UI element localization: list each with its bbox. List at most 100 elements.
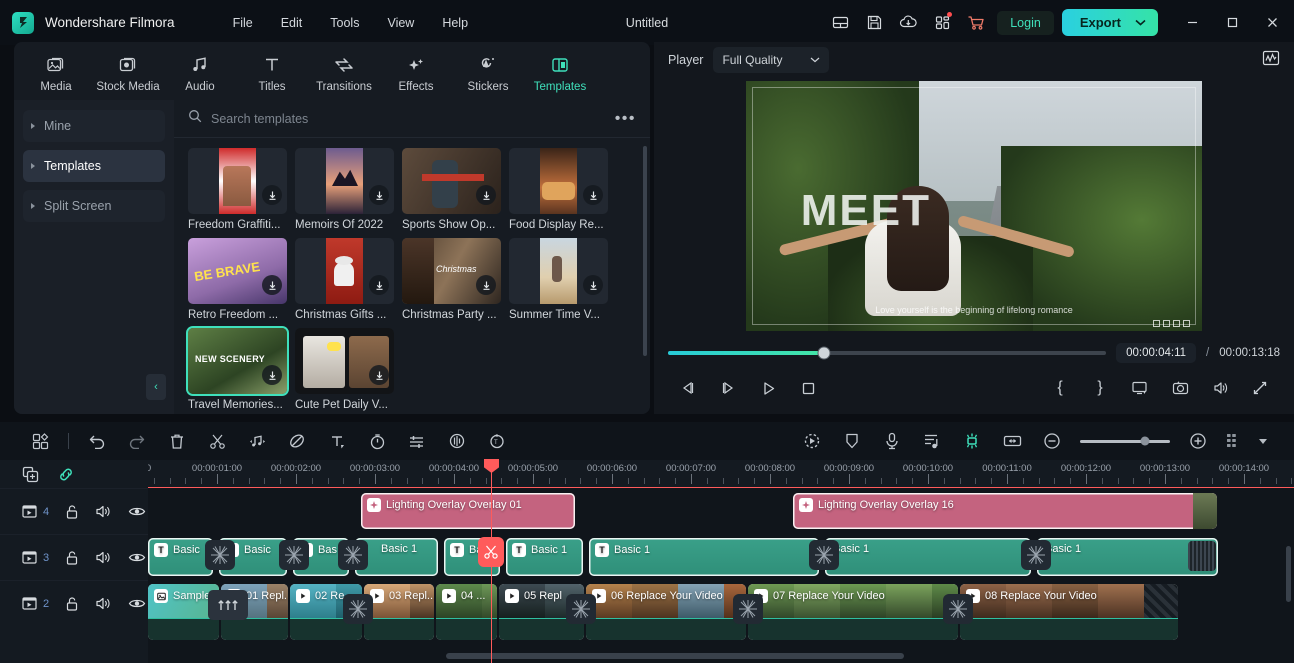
adjust-icon[interactable] — [397, 426, 437, 456]
mute-icon[interactable] — [95, 596, 112, 611]
download-icon[interactable] — [262, 185, 282, 205]
timeline-clip[interactable]: Basic 1 — [825, 538, 1031, 576]
eye-icon[interactable] — [128, 551, 146, 564]
menu-help[interactable]: Help — [428, 11, 482, 35]
drag-indicator[interactable] — [208, 590, 248, 620]
template-card[interactable]: Christmas Gifts ... — [295, 238, 394, 321]
tab-templates[interactable]: Templates — [524, 50, 596, 93]
close-button[interactable] — [1252, 1, 1292, 45]
transition-icon[interactable] — [205, 540, 235, 570]
timeline-clip[interactable]: Basic 1 — [1037, 538, 1218, 576]
transition-icon[interactable] — [338, 540, 368, 570]
render-icon[interactable] — [1218, 426, 1252, 456]
prev-frame-icon[interactable] — [668, 373, 708, 403]
apps-grid-icon[interactable] — [925, 8, 959, 38]
volume-icon[interactable] — [1200, 373, 1240, 403]
mark-out-icon[interactable]: } — [1080, 373, 1120, 403]
maximize-button[interactable] — [1212, 1, 1252, 45]
zoom-slider-handle[interactable] — [1140, 436, 1150, 446]
timeline-clip[interactable]: 08 Replace Your Video — [960, 584, 1178, 640]
snapshot-icon[interactable] — [1160, 373, 1200, 403]
play-icon[interactable] — [748, 373, 788, 403]
menu-edit[interactable]: Edit — [267, 11, 317, 35]
menu-tools[interactable]: Tools — [316, 11, 373, 35]
timeline-clip[interactable]: 07 Replace Your Video — [748, 584, 958, 640]
link-icon[interactable] — [57, 466, 75, 483]
tab-titles[interactable]: Titles — [236, 50, 308, 93]
screen-icon[interactable] — [1120, 373, 1160, 403]
lock-icon[interactable] — [65, 504, 79, 520]
chevron-down-icon[interactable] — [1252, 426, 1274, 456]
template-scrollbar[interactable] — [643, 146, 647, 356]
zoom-out-icon[interactable] — [1032, 426, 1072, 456]
video-preview[interactable]: MEET Love yourself is the beginning of l… — [746, 81, 1202, 331]
layout-icon[interactable] — [823, 8, 857, 38]
sidebar-item-mine[interactable]: Mine — [23, 110, 165, 142]
template-card[interactable]: Sports Show Op... — [402, 148, 501, 231]
tab-stickers[interactable]: Stickers — [452, 50, 524, 93]
redo-icon[interactable] — [117, 426, 157, 456]
tab-media[interactable]: Media — [20, 50, 92, 93]
download-icon[interactable] — [369, 365, 389, 385]
download-icon[interactable] — [262, 365, 282, 385]
eye-icon[interactable] — [128, 505, 146, 518]
audio-detach-icon[interactable] — [237, 426, 277, 456]
timeline-clip[interactable]: T Basic 1 — [589, 538, 819, 576]
fullscreen-icon[interactable] — [1240, 373, 1280, 403]
download-icon[interactable] — [476, 275, 496, 295]
lock-icon[interactable] — [65, 596, 79, 612]
text-icon[interactable] — [317, 426, 357, 456]
sidebar-item-split-screen[interactable]: Split Screen — [23, 190, 165, 222]
tab-transitions[interactable]: Transitions — [308, 50, 380, 93]
mute-icon[interactable] — [95, 504, 112, 519]
next-frame-icon[interactable] — [708, 373, 748, 403]
template-card-selected[interactable]: NEW SCENERY Travel Memories... — [188, 328, 287, 411]
template-card[interactable]: Memoirs Of 2022 — [295, 148, 394, 231]
fit-timeline-icon[interactable] — [992, 426, 1032, 456]
templates-grid-icon[interactable] — [20, 426, 60, 456]
audio-ducking-icon[interactable] — [437, 426, 477, 456]
transition-icon[interactable] — [809, 540, 839, 570]
no-effect-icon[interactable] — [277, 426, 317, 456]
mask-icon[interactable] — [832, 426, 872, 456]
search-input[interactable] — [211, 111, 606, 126]
tab-effects[interactable]: Effects — [380, 50, 452, 93]
download-icon[interactable] — [476, 185, 496, 205]
eye-icon[interactable] — [128, 597, 146, 610]
keyframe-icon[interactable] — [952, 426, 992, 456]
template-card[interactable]: Freedom Graffiti... — [188, 148, 287, 231]
tab-audio[interactable]: Audio — [164, 50, 236, 93]
download-icon[interactable] — [583, 275, 603, 295]
cart-icon[interactable] — [959, 8, 993, 38]
waveform-scope-icon[interactable] — [1262, 49, 1280, 72]
seek-handle[interactable] — [818, 347, 830, 359]
transition-icon[interactable] — [943, 594, 973, 624]
motion-tracking-icon[interactable] — [792, 426, 832, 456]
timeline-clip[interactable]: 06 Replace Your Video — [586, 584, 746, 640]
cloud-upload-icon[interactable] — [891, 8, 925, 38]
template-card[interactable]: Food Display Re... — [509, 148, 608, 231]
voiceover-icon[interactable] — [872, 426, 912, 456]
seek-bar[interactable] — [668, 347, 1107, 359]
lock-icon[interactable] — [65, 550, 79, 566]
login-button[interactable]: Login — [997, 10, 1054, 35]
transition-icon[interactable] — [1021, 540, 1051, 570]
template-card[interactable]: BE BRAVE Retro Freedom ... — [188, 238, 287, 321]
transition-icon[interactable] — [343, 594, 373, 624]
export-button[interactable]: Export — [1061, 9, 1158, 36]
audio-mixer-icon[interactable] — [912, 426, 952, 456]
auto-reframe-icon[interactable]: T — [477, 426, 517, 456]
download-icon[interactable] — [583, 185, 603, 205]
timeline-clip[interactable]: 04 ... — [436, 584, 497, 640]
stop-icon[interactable] — [788, 373, 828, 403]
sidebar-item-templates[interactable]: Templates — [23, 150, 165, 182]
menu-view[interactable]: View — [373, 11, 428, 35]
minimize-button[interactable] — [1172, 1, 1212, 45]
timeline-horizontal-scrollbar[interactable] — [148, 653, 1294, 659]
scissors-icon[interactable] — [478, 537, 504, 567]
mark-in-icon[interactable]: { — [1040, 373, 1080, 403]
timeline-clip[interactable]: Lighting Overlay Overlay 01 — [361, 493, 575, 529]
quality-dropdown[interactable]: Full Quality — [713, 47, 830, 73]
download-icon[interactable] — [369, 275, 389, 295]
timeline-clip[interactable]: T Basic — [148, 538, 213, 576]
